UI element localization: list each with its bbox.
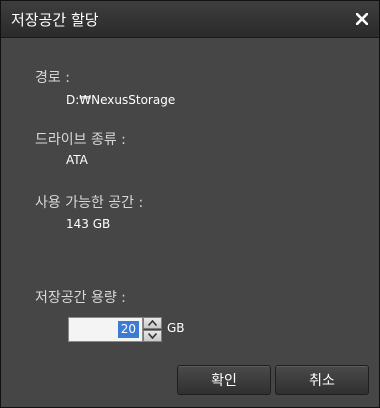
cancel-button[interactable]: 취소	[275, 365, 369, 395]
drive-type-label: 드라이브 종류 :	[35, 132, 126, 148]
path-value: D:₩NexusStorage	[66, 93, 176, 107]
ok-button[interactable]: 확인	[177, 365, 271, 395]
available-space-value: 143 GB	[66, 217, 111, 231]
increment-button[interactable]	[143, 317, 162, 329]
chevron-down-icon	[148, 333, 157, 339]
capacity-unit: GB	[167, 321, 185, 335]
path-label: 경로 :	[35, 70, 70, 86]
drive-type-value: ATA	[66, 153, 88, 167]
capacity-stepper[interactable]	[143, 317, 162, 342]
chevron-up-icon	[148, 320, 157, 326]
title-bar: 저장공간 할당	[1, 1, 379, 38]
storage-allocation-dialog: 저장공간 할당 경로 : D:₩NexusStorage 드라이브 종류 : A…	[0, 0, 380, 408]
capacity-input[interactable]: 20	[68, 317, 143, 342]
close-icon[interactable]	[353, 10, 371, 28]
capacity-label: 저장공간 용량 :	[35, 290, 126, 306]
capacity-value: 20	[117, 321, 139, 338]
dialog-title: 저장공간 할당	[11, 11, 99, 29]
decrement-button[interactable]	[143, 330, 162, 342]
available-space-label: 사용 가능한 공간 :	[35, 195, 144, 211]
